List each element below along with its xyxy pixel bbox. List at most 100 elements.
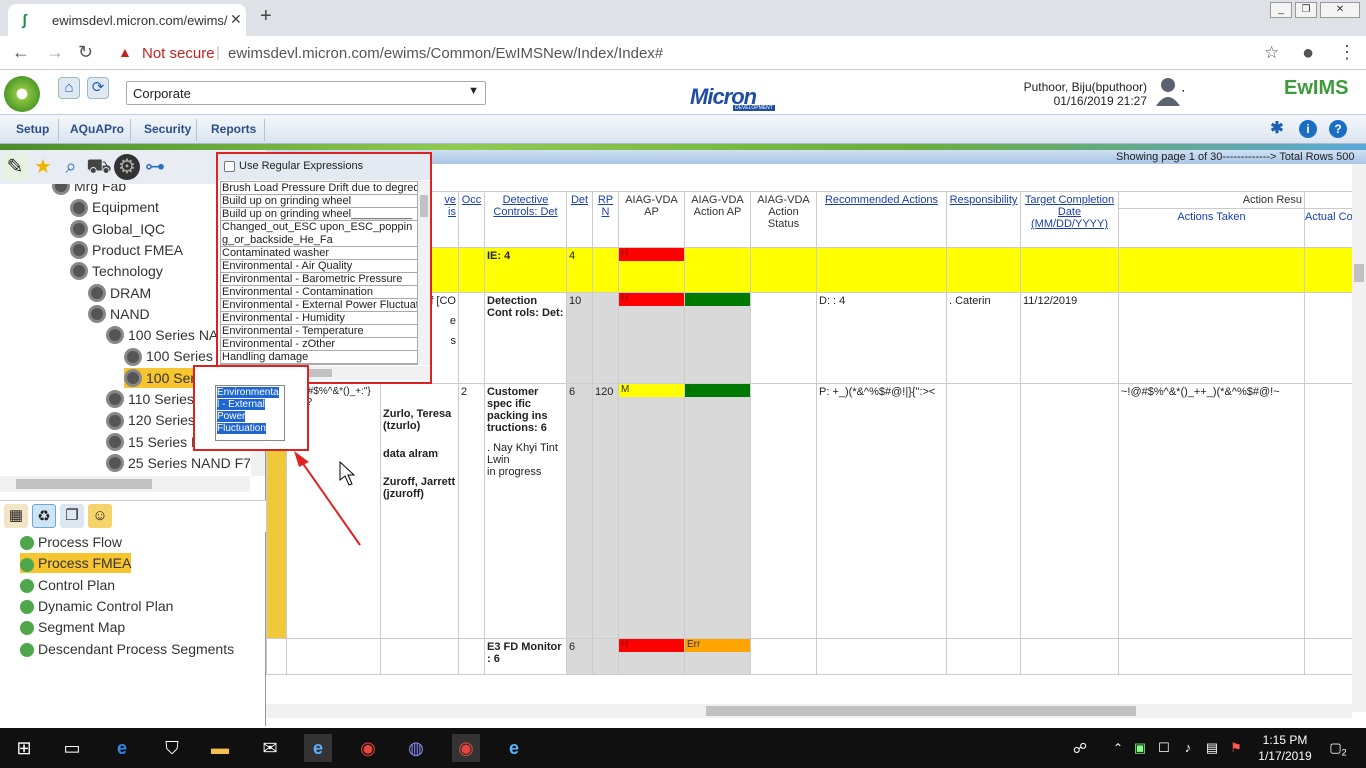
- tree-node[interactable]: 100 Series: [124, 346, 213, 366]
- gear-icon[interactable]: [106, 390, 124, 409]
- gear-icon[interactable]: [70, 262, 88, 281]
- gear-icon[interactable]: [106, 326, 124, 345]
- plant-select[interactable]: Corporate ▼: [126, 81, 486, 105]
- tree-node[interactable]: 100 Series NA: [106, 325, 218, 345]
- gear-icon[interactable]: [106, 432, 124, 451]
- gear-icon[interactable]: [70, 198, 88, 217]
- dropdown-option[interactable]: Environmental - External Power Fluctuati…: [221, 299, 417, 312]
- dropdown-option[interactable]: Contaminated washer: [221, 247, 417, 260]
- cell-editor-textarea[interactable]: Environmenta l - External Power Fluctuat…: [215, 385, 285, 441]
- dropdown-option[interactable]: Environmental - Air Quality: [221, 260, 417, 273]
- col-rpn[interactable]: RP N: [592, 191, 619, 248]
- profile-icon[interactable]: ●: [1302, 42, 1314, 65]
- gear-icon[interactable]: ⚙: [114, 154, 140, 180]
- dropdown-option[interactable]: Environmental - Barometric Pressure: [221, 273, 417, 286]
- col-target-date[interactable]: Target Completion Date (MM/DD/YYYY): [1020, 191, 1119, 248]
- gear-icon[interactable]: [70, 241, 88, 260]
- col-occ[interactable]: Occ: [458, 191, 485, 248]
- dropdown-option[interactable]: Environmental - Contamination: [221, 286, 417, 299]
- info-icon[interactable]: i: [1299, 120, 1317, 138]
- ie-icon[interactable]: e: [304, 734, 332, 762]
- menu-reports[interactable]: Reports: [211, 122, 256, 136]
- gear-icon[interactable]: [106, 454, 124, 473]
- process-item[interactable]: Descendant Process Segments: [20, 639, 234, 659]
- app-icon[interactable]: ◍: [402, 734, 430, 762]
- people-icon[interactable]: ☍: [1066, 734, 1094, 762]
- map-tab-icon[interactable]: ▦: [4, 504, 28, 528]
- mail-icon[interactable]: ✉: [256, 734, 284, 762]
- url-field[interactable]: ▲ Not secure | ewimsdevl.micron.com/ewim…: [106, 40, 1298, 66]
- process-item[interactable]: Segment Map: [20, 617, 125, 637]
- tree-node[interactable]: Product FMEA: [70, 240, 183, 260]
- col-actions-taken[interactable]: Action Resu Actions Taken: [1118, 191, 1305, 248]
- menu-aquapro[interactable]: AQuAPro: [70, 122, 124, 136]
- gear-icon[interactable]: [70, 219, 88, 238]
- new-tab-icon[interactable]: +: [260, 5, 272, 28]
- reload-icon[interactable]: ↻: [78, 42, 93, 63]
- pin-icon[interactable]: ✱: [1268, 120, 1286, 138]
- regex-checkbox[interactable]: Use Regular Expressions: [224, 160, 363, 172]
- hierarchy-icon[interactable]: ⊶: [142, 154, 168, 180]
- process-item[interactable]: Dynamic Control Plan: [20, 596, 173, 616]
- gear-icon[interactable]: [124, 347, 142, 366]
- dropdown-option[interactable]: Brush Load Pressure Drift due to degrede: [221, 182, 417, 195]
- flow-tab-icon[interactable]: ♻: [32, 504, 56, 528]
- flag-icon[interactable]: ⚑: [1222, 734, 1250, 762]
- task-view-icon[interactable]: ▭: [58, 734, 86, 762]
- col-det[interactable]: Det: [566, 191, 593, 248]
- dropdown-option[interactable]: Environmental - Humidity: [221, 312, 417, 325]
- system-clock[interactable]: 1:15 PM 1/17/2019: [1254, 732, 1316, 764]
- col-detective[interactable]: Detective Controls: Det: [484, 191, 567, 248]
- grid-hscrollbar[interactable]: [266, 704, 1352, 718]
- dropdown-option[interactable]: Build up on grinding wheel: [221, 195, 417, 208]
- store-icon[interactable]: ⛉: [158, 734, 186, 762]
- favorites-star-icon[interactable]: ★: [30, 154, 56, 180]
- dropdown-option[interactable]: Changed_out_ESC upon_ESC_popping_or_back…: [221, 221, 417, 247]
- browser-tab[interactable]: ʃ ewimsdevl.micron.com/ewims/Co ✕: [8, 4, 246, 36]
- dropdown-option[interactable]: Environmental - zOther: [221, 338, 417, 351]
- back-icon[interactable]: ←: [12, 42, 30, 63]
- tree-node[interactable]: Equipment: [70, 197, 159, 217]
- notifications-icon[interactable]: ▢2: [1324, 734, 1352, 762]
- avatar-icon[interactable]: [1156, 76, 1184, 106]
- windows-tab-icon[interactable]: ❐: [60, 504, 84, 528]
- forward-icon[interactable]: →: [46, 42, 64, 63]
- tree-hscrollbar[interactable]: [0, 476, 250, 492]
- users-tab-icon[interactable]: ☺: [88, 504, 112, 528]
- menu-security[interactable]: Security: [144, 122, 191, 136]
- checkbox-icon[interactable]: [224, 160, 235, 172]
- gear-icon[interactable]: [88, 283, 106, 302]
- table-row[interactable]: ~!@#$%^&*()_+:"}{|><? Zurlo, Teresa (tzu…: [266, 383, 1365, 639]
- col-recommended[interactable]: Recommended Actions: [816, 191, 947, 248]
- grid-vscrollbar[interactable]: [1352, 164, 1366, 712]
- close-tab-icon[interactable]: ✕: [230, 11, 242, 28]
- process-item[interactable]: Process Flow: [20, 532, 122, 552]
- ie-icon-2[interactable]: e: [500, 734, 528, 762]
- dropdown-option[interactable]: Handling damage: [221, 351, 417, 364]
- dropdown-vscrollbar[interactable]: [418, 181, 430, 365]
- home-icon[interactable]: ⌂: [58, 77, 80, 99]
- help-icon[interactable]: ?: [1329, 120, 1347, 138]
- browser-menu-icon[interactable]: ⋮: [1338, 42, 1356, 63]
- menu-setup[interactable]: Setup: [16, 122, 49, 136]
- table-row[interactable]: E3 FD Monitor : 6 6 H Err: [266, 638, 1365, 675]
- cart-icon[interactable]: ⛟: [86, 154, 112, 180]
- file-explorer-icon[interactable]: ▬: [206, 734, 234, 762]
- gear-icon[interactable]: [124, 368, 142, 387]
- tree-node[interactable]: NAND: [88, 304, 150, 324]
- dropdown-option[interactable]: Build up on grinding wheel__________: [221, 208, 417, 221]
- chrome-icon[interactable]: ◉: [354, 734, 382, 762]
- edge-icon[interactable]: e: [108, 734, 136, 762]
- tree-node[interactable]: 25 Series NAND F7: [106, 453, 250, 473]
- dropdown-option[interactable]: Environmental - Temperature: [221, 325, 417, 338]
- process-item[interactable]: Process FMEA: [20, 553, 132, 574]
- windows-start-icon[interactable]: ⊞: [10, 734, 38, 762]
- col-responsibility[interactable]: Responsibility: [946, 191, 1021, 248]
- tree-node[interactable]: Mrg Fab: [52, 184, 126, 196]
- gear-icon[interactable]: [106, 411, 124, 430]
- chrome-active-icon[interactable]: ◉: [452, 734, 480, 762]
- minimize-icon[interactable]: _: [1270, 2, 1292, 18]
- close-window-icon[interactable]: ✕: [1320, 2, 1360, 18]
- gear-icon[interactable]: [88, 305, 106, 324]
- tree-node[interactable]: Technology: [70, 261, 163, 281]
